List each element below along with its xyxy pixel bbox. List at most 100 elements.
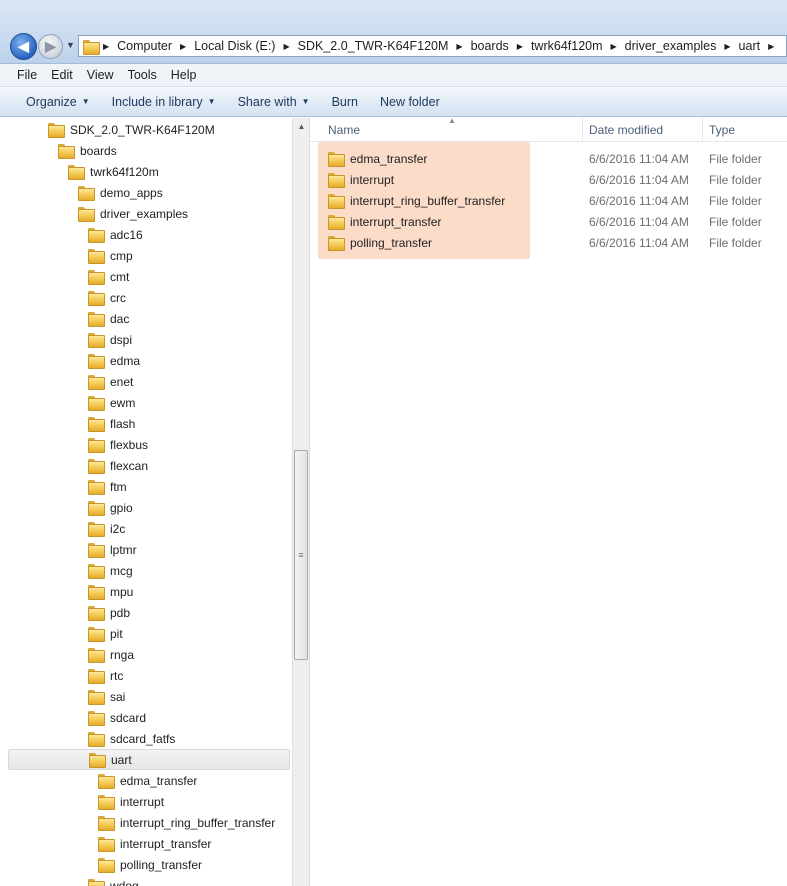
file-row[interactable]: interrupt 6/6/2016 11:04 AM File folder	[328, 169, 787, 190]
chevron-right-icon[interactable]: ▶	[176, 42, 190, 51]
tree-item[interactable]: SDK_2.0_TWR-K64F120M	[8, 119, 290, 140]
folder-icon	[88, 396, 105, 411]
tree-item[interactable]: mcg	[8, 560, 290, 581]
burn-button[interactable]: Burn	[324, 95, 366, 109]
tree-item[interactable]: twrk64f120m	[8, 161, 290, 182]
folder-icon	[88, 312, 105, 327]
tree-item[interactable]: ftm	[8, 476, 290, 497]
chevron-right-icon[interactable]: ▶	[513, 42, 527, 51]
column-type-header[interactable]: Type	[709, 123, 735, 137]
menu-item-help[interactable]: Help	[164, 68, 204, 82]
folder-icon	[78, 207, 95, 222]
new-folder-label: New folder	[379, 94, 440, 109]
tree-item[interactable]: polling_transfer	[8, 854, 290, 875]
tree-item-label: uart	[111, 752, 132, 767]
title-bar: ◀ ▶ ▼ ▶ Computer ▶ Local Disk (E:) ▶ SDK_2.0…	[0, 0, 787, 64]
folder-icon	[98, 774, 115, 789]
breadcrumb-item[interactable]: uart	[735, 39, 765, 53]
file-list[interactable]: ▲ Name Date modified Type edma_transfer 6…	[310, 116, 787, 886]
tree-item[interactable]: cmp	[8, 245, 290, 266]
tree-item[interactable]: enet	[8, 371, 290, 392]
arrow-right-icon: ▶	[45, 38, 56, 54]
tree-item[interactable]: mpu	[8, 581, 290, 602]
back-button[interactable]: ◀	[10, 33, 37, 60]
tree-item[interactable]: pit	[8, 623, 290, 644]
file-row[interactable]: interrupt_transfer 6/6/2016 11:04 AM File …	[328, 211, 787, 232]
file-row[interactable]: polling_transfer 6/6/2016 11:04 AM File fo…	[328, 232, 787, 253]
tree-item[interactable]: adc16	[8, 224, 290, 245]
chevron-right-icon[interactable]: ▶	[720, 42, 734, 51]
share-with-label: Share with	[237, 94, 297, 109]
column-name-header[interactable]: Name	[328, 123, 360, 137]
tree-item[interactable]: demo_apps	[8, 182, 290, 203]
chevron-right-icon[interactable]: ▶	[764, 42, 778, 51]
tree-item[interactable]: pdb	[8, 602, 290, 623]
file-type: File folder	[709, 172, 762, 187]
chevron-right-icon[interactable]: ▶	[452, 42, 466, 51]
file-row[interactable]: interrupt_ring_buffer_transfer 6/6/2016 1…	[328, 190, 787, 211]
tree-item[interactable]: wdog	[8, 875, 290, 886]
breadcrumb-item[interactable]: boards	[467, 39, 513, 53]
organize-button[interactable]: Organize ▼	[18, 95, 98, 109]
tree-item[interactable]: edma_transfer	[8, 770, 290, 791]
breadcrumb-item[interactable]: driver_examples	[621, 39, 721, 53]
chevron-right-icon[interactable]: ▶	[279, 42, 293, 51]
menu-item-edit[interactable]: Edit	[44, 68, 80, 82]
tree-item[interactable]: uart	[8, 749, 290, 770]
tree-item-label: sdcard_fatfs	[110, 731, 176, 746]
chevron-right-icon[interactable]: ▶	[607, 42, 621, 51]
include-in-library-button[interactable]: Include in library ▼	[104, 95, 224, 109]
tree-item[interactable]: interrupt	[8, 791, 290, 812]
tree-item[interactable]: i2c	[8, 518, 290, 539]
tree-item[interactable]: flash	[8, 413, 290, 434]
tree-item[interactable]: dspi	[8, 329, 290, 350]
tree-item[interactable]: lptmr	[8, 539, 290, 560]
tree-item[interactable]: boards	[8, 140, 290, 161]
tree-item[interactable]: interrupt_transfer	[8, 833, 290, 854]
tree-item[interactable]: interrupt_ring_buffer_transfer	[8, 812, 290, 833]
navigation-pane[interactable]: SDK_2.0_TWR-K64F120Mboards twrk64f120m dem…	[0, 118, 292, 886]
folder-icon	[88, 879, 105, 886]
tree-item[interactable]: gpio	[8, 497, 290, 518]
tree-item[interactable]: sdcard	[8, 707, 290, 728]
tree-item[interactable]: rtc	[8, 665, 290, 686]
scroll-up-arrow-icon[interactable]: ▲	[293, 118, 310, 135]
tree-item[interactable]: sdcard_fatfs	[8, 728, 290, 749]
column-divider[interactable]	[582, 118, 583, 142]
breadcrumb-item[interactable]: twrk64f120m	[527, 39, 607, 53]
file-date-modified: 6/6/2016 11:04 AM	[589, 151, 689, 166]
share-with-button[interactable]: Share with ▼	[230, 95, 318, 109]
nav-scrollbar[interactable]: ▲ ≡	[292, 118, 309, 886]
new-folder-button[interactable]: New folder	[372, 95, 448, 109]
folder-icon	[88, 690, 105, 705]
tree-item[interactable]: driver_examples	[8, 203, 290, 224]
tree-item[interactable]: crc	[8, 287, 290, 308]
column-divider[interactable]	[702, 118, 703, 142]
breadcrumb-item[interactable]: SDK_2.0_TWR-K64F120M	[294, 39, 453, 53]
address-bar[interactable]: ▶ Computer ▶ Local Disk (E:) ▶ SDK_2.0_TWR-K…	[78, 35, 787, 57]
forward-button[interactable]: ▶	[38, 34, 63, 59]
tree-item[interactable]: edma	[8, 350, 290, 371]
tree-item[interactable]: ewm	[8, 392, 290, 413]
tree-item[interactable]: cmt	[8, 266, 290, 287]
file-row[interactable]: edma_transfer 6/6/2016 11:04 AM File folde…	[328, 148, 787, 169]
chevron-down-icon: ▼	[207, 97, 216, 106]
column-date-header[interactable]: Date modified	[589, 123, 663, 137]
breadcrumb-item[interactable]: Computer	[113, 39, 176, 53]
tree-item-label: crc	[110, 290, 126, 305]
menu-item-tools[interactable]: Tools	[121, 68, 164, 82]
tree-item-label: boards	[80, 143, 117, 158]
menu-item-file[interactable]: File	[10, 68, 44, 82]
tree-item[interactable]: flexbus	[8, 434, 290, 455]
tree-item[interactable]: sai	[8, 686, 290, 707]
scroll-thumb[interactable]: ≡	[294, 450, 308, 660]
tree-item[interactable]: dac	[8, 308, 290, 329]
tree-item[interactable]: flexcan	[8, 455, 290, 476]
chevron-right-icon[interactable]: ▶	[99, 42, 113, 51]
menu-item-view[interactable]: View	[80, 68, 121, 82]
recent-pages-dropdown[interactable]: ▼	[66, 40, 75, 50]
breadcrumb-item[interactable]: Local Disk (E:)	[190, 39, 279, 53]
tree-item[interactable]: rnga	[8, 644, 290, 665]
folder-icon	[328, 173, 345, 188]
arrow-left-icon: ◀	[18, 38, 29, 54]
